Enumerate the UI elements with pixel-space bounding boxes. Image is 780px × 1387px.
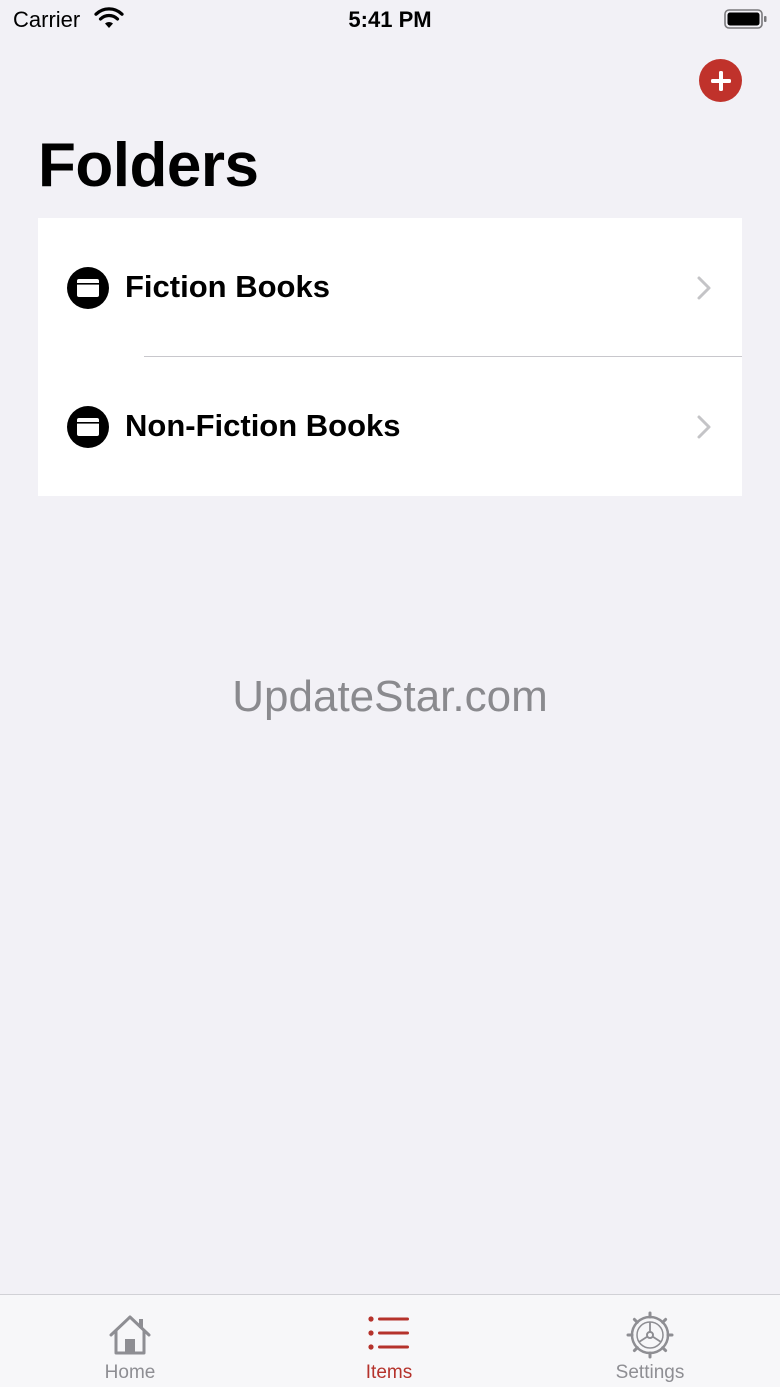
list-item-fiction-books[interactable]: Fiction Books — [38, 218, 742, 357]
plus-icon — [710, 70, 731, 91]
list-icon — [368, 1316, 409, 1350]
tab-label: Settings — [615, 1362, 685, 1383]
tab-home[interactable]: Home — [30, 1295, 230, 1387]
status-time: 5:41 PM — [348, 7, 432, 32]
folder-icon — [67, 267, 109, 309]
status-bar: Carrier 5:41 PM — [0, 0, 780, 40]
tab-bar: Home Items Settings — [0, 1294, 780, 1387]
tab-settings[interactable]: Settings — [550, 1295, 750, 1387]
app-screen: Carrier 5:41 PM Folders Fiction Books No… — [0, 0, 780, 1387]
tab-label: Items — [365, 1362, 413, 1383]
folder-label: Non-Fiction Books — [125, 408, 401, 443]
folder-label: Fiction Books — [125, 269, 330, 304]
page-title: Folders — [38, 131, 259, 200]
chevron-right-icon — [697, 276, 711, 300]
add-folder-button[interactable] — [699, 59, 742, 102]
folder-list: Fiction Books Non-Fiction Books — [38, 218, 742, 496]
gear-icon — [626, 1311, 674, 1359]
watermark-text: UpdateStar.com — [232, 672, 548, 721]
tab-items[interactable]: Items — [289, 1295, 489, 1387]
tab-label: Home — [104, 1362, 156, 1383]
battery-icon — [724, 9, 767, 29]
list-item-non-fiction-books[interactable]: Non-Fiction Books — [38, 357, 742, 495]
chevron-right-icon — [697, 415, 711, 439]
house-icon — [109, 1315, 151, 1355]
folder-icon — [67, 406, 109, 448]
